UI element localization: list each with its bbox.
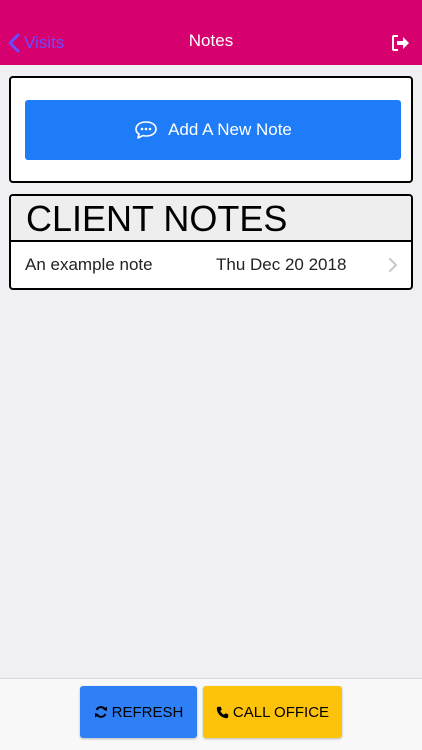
chevron-right-icon: [389, 258, 397, 272]
nav-bar: Visits Notes: [0, 0, 422, 65]
comment-dots-icon: [135, 121, 157, 139]
client-notes-header: CLIENT NOTES: [11, 196, 411, 242]
note-date: Thu Dec 20 2018: [216, 255, 347, 274]
sign-out-icon: [392, 35, 409, 51]
call-office-button[interactable]: CALL OFFICE: [203, 686, 342, 738]
phone-icon: [216, 706, 229, 718]
refresh-button[interactable]: REFRESH: [80, 686, 197, 738]
add-note-card: Add A New Note: [9, 76, 413, 183]
call-office-label: CALL OFFICE: [232, 703, 330, 721]
bottom-toolbar: REFRESH CALL OFFICE: [0, 678, 422, 750]
page-title: Notes: [188, 31, 234, 50]
note-list-item[interactable]: An example note Thu Dec 20 2018: [11, 242, 411, 288]
add-note-label: Add A New Note: [168, 120, 292, 139]
logout-button[interactable]: [392, 35, 410, 51]
note-title: An example note: [25, 255, 153, 274]
client-notes-card: CLIENT NOTES An example note Thu Dec 20 …: [9, 194, 413, 290]
refresh-label: REFRESH: [111, 703, 184, 721]
add-note-button[interactable]: Add A New Note: [25, 100, 401, 160]
refresh-icon: [94, 706, 107, 718]
